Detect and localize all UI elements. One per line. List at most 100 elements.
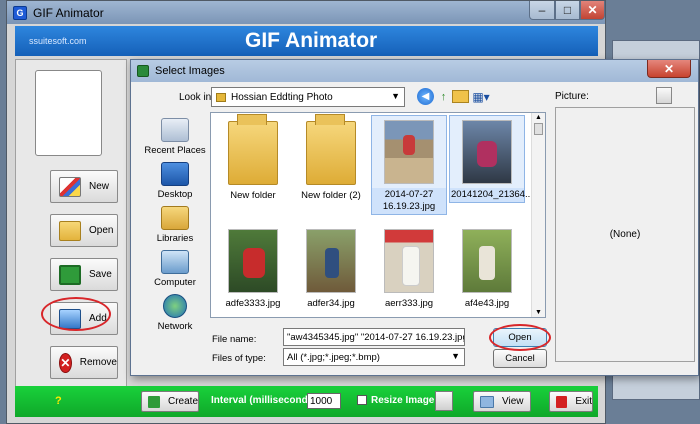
frame-preview [35,70,102,156]
computer-icon [161,250,189,274]
view-button-label: View [502,396,524,407]
file-item[interactable]: adfe3333.jpg [215,225,291,311]
desktop-icon [161,162,189,186]
save-button-label: Save [89,269,112,280]
back-arrow-icon[interactable]: ◀ [417,88,434,105]
interval-label: Interval (milliseconds) [211,395,317,406]
file-item[interactable]: New folder [215,114,291,203]
libraries-icon [161,206,189,230]
file-list: New folder New folder (2) 2014-07-27 16.… [210,112,546,318]
place-label: Recent Places [144,145,206,156]
dialog-title-bar: Select Images [131,60,698,82]
photo-thumbnail [462,229,512,293]
open-button-label: Open [89,225,114,236]
file-name-input[interactable] [283,328,465,346]
minimize-button[interactable]: – [529,1,555,20]
new-folder-icon[interactable] [452,90,469,103]
exit-button-label: Exit [575,396,592,407]
picture-preview-text: (None) [609,229,641,240]
file-type-value: All (*.jpg;*.jpeg;*.bmp) [287,351,380,363]
network-globe-icon [163,294,187,318]
view-monitor-icon [480,395,494,408]
new-image-icon [59,176,81,197]
place-network[interactable]: Network [141,294,209,332]
resize-settings-icon[interactable] [435,391,453,411]
help-button[interactable]: ? [55,395,62,407]
photo-thumbnail [306,229,356,293]
file-item-selected[interactable]: 20141204_21364... [449,115,533,203]
dialog-title: Select Images [155,65,225,77]
scroll-thumb[interactable] [534,123,543,135]
look-in-label: Look in: [179,92,215,103]
new-button-label: New [89,181,110,192]
title-bar: G GIF Animator [7,1,605,24]
exit-x-icon [556,395,568,408]
create-button[interactable]: Create [141,391,199,412]
view-menu-icon[interactable]: ▦▾ [470,88,492,105]
banner-site-link[interactable]: ssuitesoft.com [29,36,87,46]
banner: ssuitesoft.com GIF Animator [15,26,598,56]
place-recent-places[interactable]: Recent Places [141,118,209,156]
add-button[interactable]: Add [50,302,118,335]
recent-places-icon [161,118,189,142]
app-icon: G [13,5,27,20]
add-image-icon [59,308,81,329]
up-folder-icon[interactable]: ↑ [435,88,452,105]
photo-thumbnail [462,120,512,184]
place-label: Desktop [157,189,193,200]
photo-thumbnail [384,120,434,184]
picture-label: Picture: [555,91,589,102]
file-item[interactable]: aerr333.jpg [371,225,447,311]
picture-options-icon[interactable] [656,87,672,104]
maximize-button[interactable]: □ [555,1,580,20]
file-name: 2014-07-27 16.19.23.jpg [372,188,446,214]
look-in-value: Hossian Eddting Photo [231,91,333,103]
dialog-app-icon [137,65,149,77]
file-name: New folder (2) [301,190,361,201]
new-button[interactable]: New [50,170,118,203]
save-button[interactable]: Save [50,258,118,291]
folder-icon [306,114,356,185]
file-item[interactable]: New folder (2) [293,114,369,203]
place-label: Libraries [156,233,194,244]
cancel-button[interactable]: Cancel [493,349,547,368]
file-item-selected[interactable]: 2014-07-27 16.19.23.jpg [371,115,447,215]
scroll-up-icon[interactable]: ▲ [535,114,542,121]
file-item[interactable]: adfer34.jpg [293,225,369,311]
file-type-dropdown[interactable]: All (*.jpg;*.jpeg;*.bmp) ▼ [283,348,465,366]
create-button-label: Create [167,396,198,407]
look-in-dropdown[interactable]: Hossian Eddting Photo ▼ [211,87,405,107]
file-item[interactable]: af4e43.jpg [449,225,525,311]
place-desktop[interactable]: Desktop [141,162,209,200]
banner-title: GIF Animator [245,29,378,52]
dialog-close-button[interactable]: ✕ [647,60,691,78]
place-libraries[interactable]: Libraries [141,206,209,244]
chevron-down-icon: ▼ [451,351,460,361]
window-title: GIF Animator [33,5,104,20]
file-name-label: File name: [212,334,257,345]
scroll-down-icon[interactable]: ▼ [535,309,542,316]
close-button[interactable]: ✕ [580,1,605,20]
floppy-save-icon [59,264,81,285]
remove-button[interactable]: ✕ Remove [50,346,118,379]
select-images-dialog: Select Images ✕ Look in: Hossian Eddting… [130,59,699,376]
file-name: adfe3333.jpg [225,298,281,309]
places-bar: Recent Places Desktop Libraries Computer… [141,114,209,339]
open-button[interactable]: Open [50,214,118,247]
exit-button[interactable]: Exit [549,391,593,412]
place-label: Computer [154,277,196,288]
resize-image-checkbox[interactable] [357,395,367,405]
photo-thumbnail [228,229,278,293]
file-name: adfer34.jpg [307,298,355,309]
chevron-down-icon: ▼ [391,91,400,101]
file-name: New folder [230,190,276,201]
view-button[interactable]: View [473,391,531,412]
create-arrow-icon [148,395,160,408]
interval-input[interactable] [307,393,341,409]
open-button[interactable]: Open [493,328,547,347]
folder-icon [228,114,278,185]
picture-preview: (None) [555,107,695,362]
place-computer[interactable]: Computer [141,250,209,288]
vertical-scrollbar[interactable]: ▲ ▼ [531,113,545,317]
folder-open-icon [59,220,81,241]
